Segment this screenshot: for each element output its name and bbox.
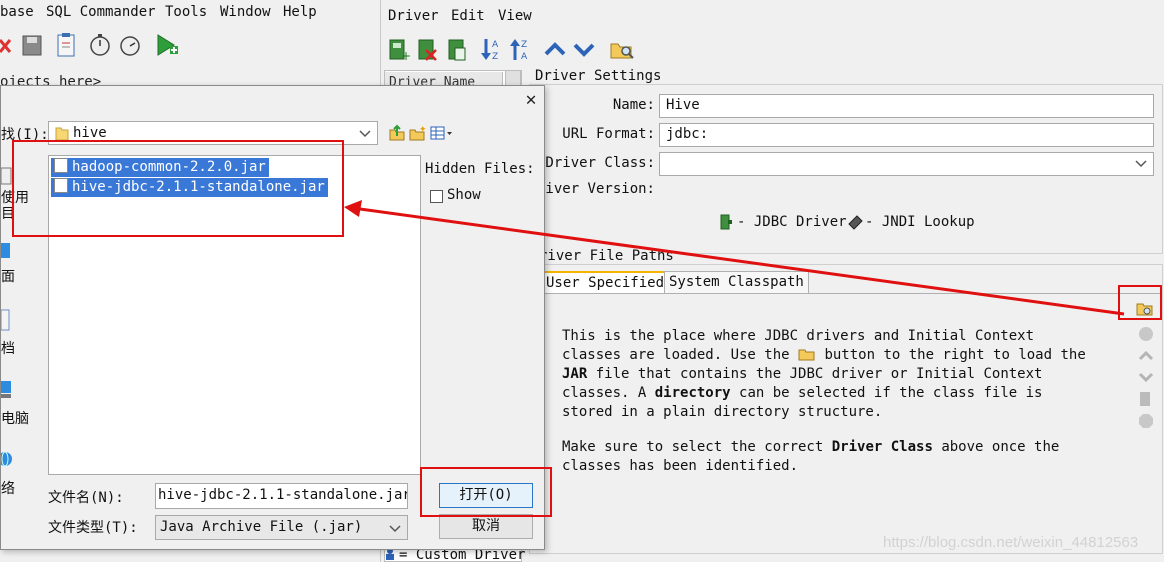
annotation-arrow <box>344 200 1125 316</box>
